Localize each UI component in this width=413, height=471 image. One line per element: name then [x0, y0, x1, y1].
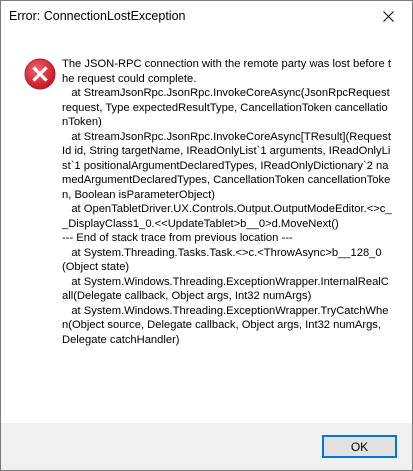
- button-bar: OK: [1, 423, 412, 470]
- dialog-body: The JSON-RPC connection with the remote …: [1, 32, 412, 423]
- title-bar[interactable]: Error: ConnectionLostException: [1, 1, 412, 32]
- error-icon: [24, 58, 56, 90]
- error-message: The JSON-RPC connection with the remote …: [62, 58, 392, 346]
- close-icon: [383, 11, 394, 22]
- close-button[interactable]: [366, 1, 412, 32]
- ok-button[interactable]: OK: [322, 435, 397, 458]
- error-dialog-window: Error: ConnectionLostException The JSON-…: [0, 0, 413, 471]
- window-title: Error: ConnectionLostException: [9, 9, 186, 23]
